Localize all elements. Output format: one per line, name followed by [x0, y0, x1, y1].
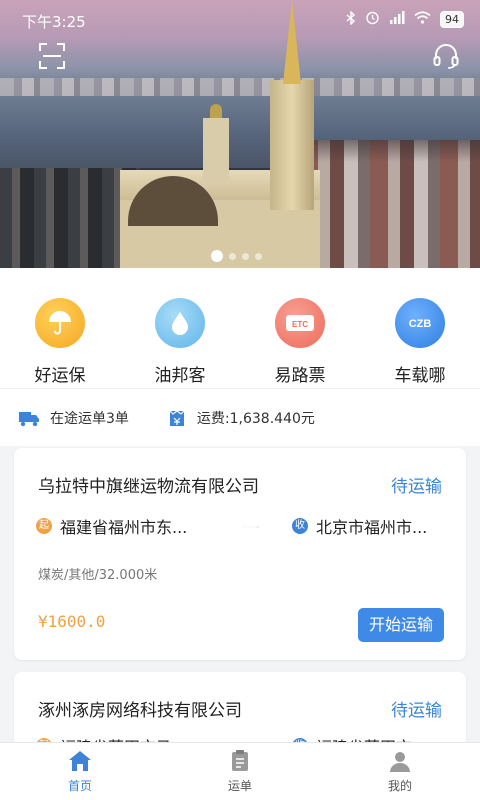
start-transport-button[interactable]: 开始运输	[358, 608, 444, 642]
scan-icon[interactable]	[38, 42, 66, 70]
etc-ticket-icon: ETC	[275, 298, 325, 348]
umbrella-icon	[35, 298, 85, 348]
home-icon	[69, 751, 91, 771]
tab-label: 我的	[387, 779, 412, 793]
in-transit-text: 在途运单3单	[50, 410, 129, 427]
order-summary: 在途运单3单 运费:1,638.440元	[0, 388, 480, 446]
banner-small-tower	[203, 118, 229, 182]
czb-icon: CZB	[395, 298, 445, 348]
tab-label: 运单	[227, 779, 252, 793]
order-price: ¥1600.0	[38, 612, 106, 631]
customer-service-icon[interactable]	[432, 42, 460, 70]
profile-icon	[390, 752, 410, 772]
quick-item-chezaina[interactable]: CZB 车载哪	[360, 268, 480, 388]
carousel-dot[interactable]	[255, 252, 262, 260]
route-arrow-icon	[242, 526, 260, 528]
alarm-icon	[365, 10, 380, 29]
oil-drop-icon	[155, 298, 205, 348]
status-icons: 94	[346, 9, 464, 29]
carousel-dot[interactable]	[229, 252, 236, 260]
quick-item-label: 车载哪	[394, 366, 446, 386]
freight-icon	[169, 409, 185, 426]
quick-item-yilupiao[interactable]: ETC 易路票	[240, 268, 360, 388]
bottom-tab-bar: 首页 运单 我的	[0, 742, 480, 800]
order-card[interactable]: 乌拉特中旗继运物流有限公司 待运输 起 福建省福州市东... 收 北京市福州市.…	[14, 448, 466, 660]
origin-address: 福建省福州市东...	[60, 518, 188, 537]
order-status: 待运输	[391, 477, 442, 497]
status-bar: 下午3:25 94	[0, 0, 480, 40]
banner-buildings-left	[0, 168, 140, 268]
route-destination: 收 北京市福州市...	[292, 514, 427, 538]
route: 起 福建省福州市东... 收 北京市福州市...	[36, 514, 446, 540]
quick-item-haoyunbao[interactable]: 好运保	[0, 268, 120, 388]
waybill-icon	[232, 750, 248, 771]
destination-address: 北京市福州市...	[316, 518, 428, 537]
order-status: 待运输	[391, 701, 442, 721]
route-origin: 起 福建省福州市东...	[36, 514, 187, 538]
goods-info: 煤炭/其他/32.000米	[38, 568, 158, 583]
tab-waybill[interactable]: 运单	[160, 743, 320, 800]
wifi-icon	[414, 11, 431, 28]
in-transit-summary[interactable]: 在途运单3单	[18, 408, 129, 428]
quick-item-youbangke[interactable]: 油邦客	[120, 268, 240, 388]
czb-icon-text: CZB	[409, 318, 432, 330]
tab-home[interactable]: 首页	[0, 743, 160, 800]
signal-icon	[389, 11, 405, 28]
status-time: 下午3:25	[22, 13, 86, 31]
company-name: 涿州涿房网络科技有限公司	[38, 701, 242, 721]
battery-indicator: 94	[440, 11, 464, 28]
freight-summary[interactable]: 运费:1,638.440元	[167, 408, 315, 428]
quick-item-label: 油邦客	[154, 366, 206, 386]
tab-profile[interactable]: 我的	[320, 743, 480, 800]
carousel-dot[interactable]	[242, 252, 249, 260]
origin-badge: 起	[36, 518, 52, 534]
carousel-indicator[interactable]	[211, 250, 262, 262]
bluetooth-icon	[346, 9, 356, 29]
quick-menu: 好运保 油邦客 ETC 易路票 CZB 车载哪	[0, 268, 480, 388]
freight-text: 运费:1,638.440元	[196, 410, 315, 427]
quick-item-label: 好运保	[34, 366, 86, 386]
carousel-dot[interactable]	[211, 250, 223, 262]
banner-buildings-right	[300, 140, 480, 268]
destination-badge: 收	[292, 518, 308, 534]
company-name: 乌拉特中旗继运物流有限公司	[38, 477, 259, 497]
tab-label: 首页	[67, 779, 92, 793]
banner-bell-tower	[270, 80, 314, 210]
banner-carousel[interactable]	[0, 0, 480, 268]
truck-icon	[19, 411, 39, 426]
quick-item-label: 易路票	[274, 366, 326, 386]
etc-icon-text: ETC	[292, 320, 308, 329]
